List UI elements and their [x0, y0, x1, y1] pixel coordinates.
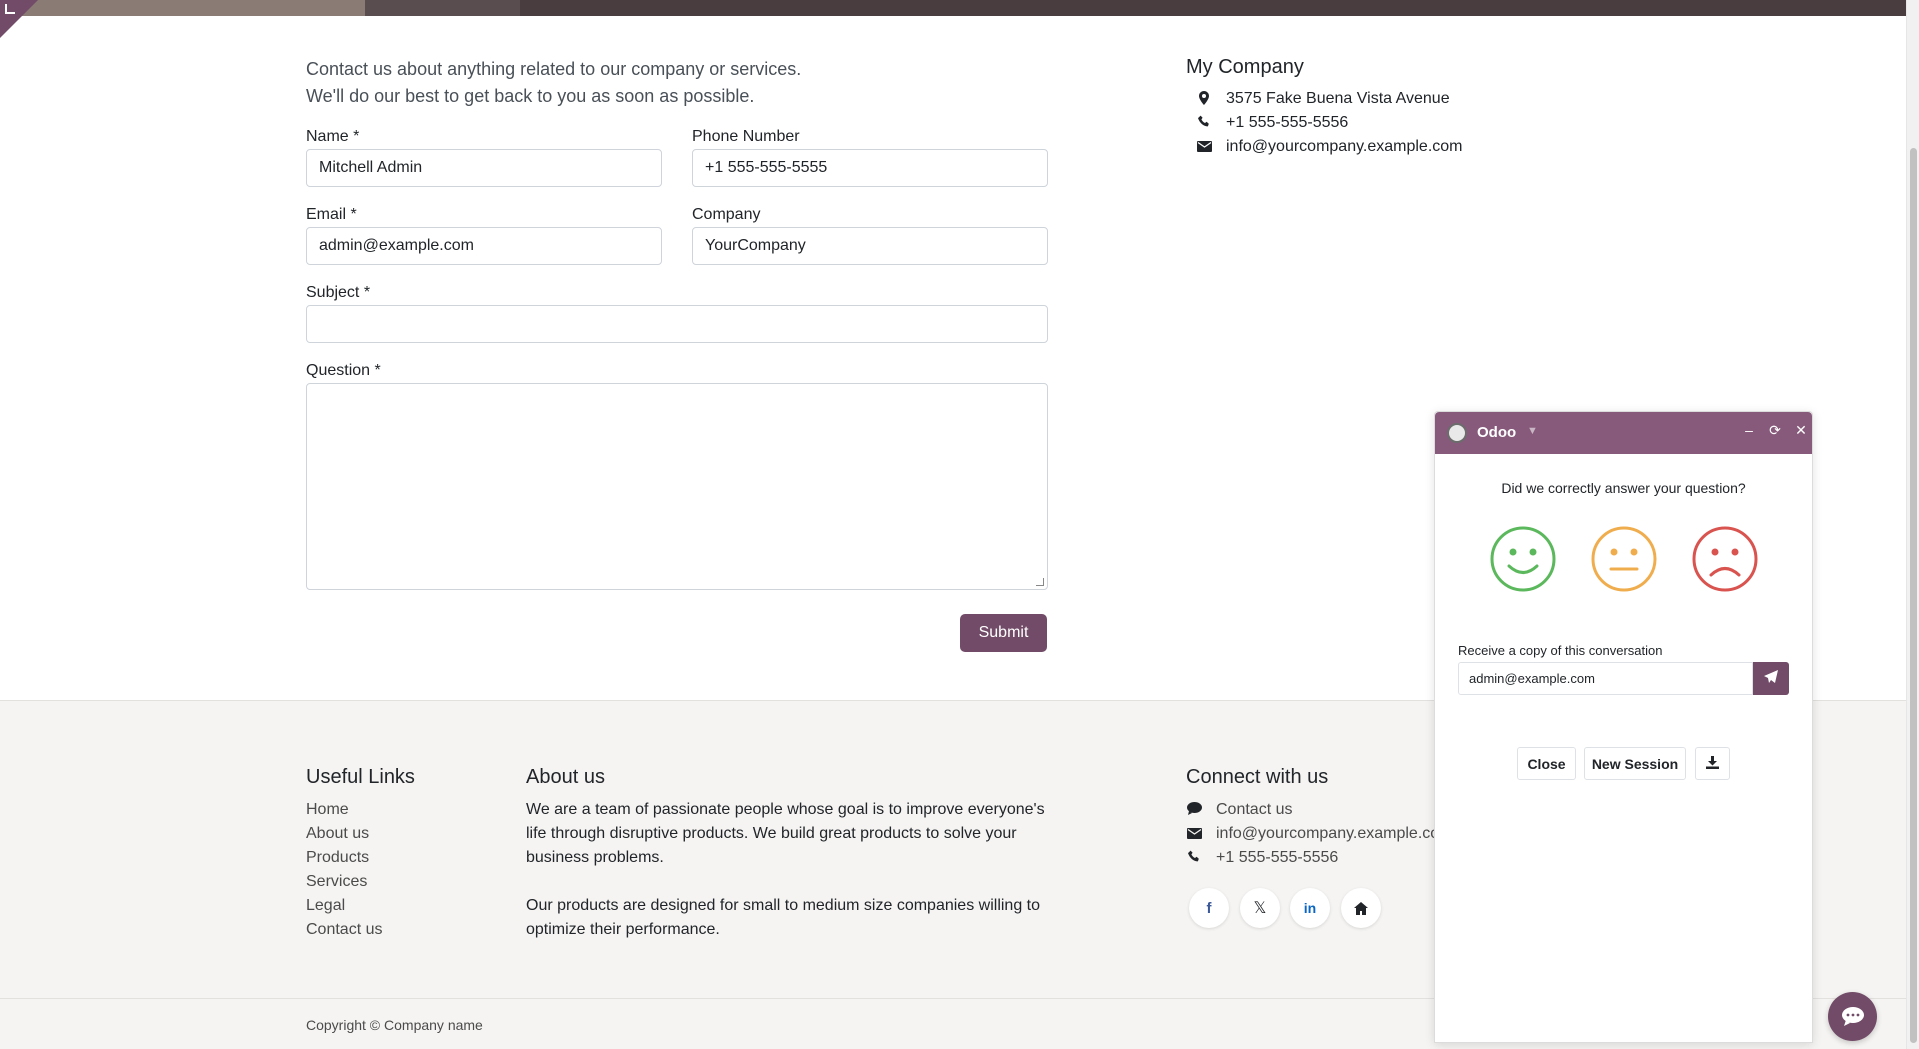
livechat-window: Odoo ▼ – ⟳ ✕ Did we correctly answer you…	[1434, 411, 1813, 1043]
envelope-icon	[1196, 139, 1212, 155]
chevron-down-icon[interactable]: ▼	[1527, 425, 1538, 437]
about-paragraph-1: We are a team of passionate people whose…	[526, 801, 1045, 866]
facebook-icon[interactable]: f	[1189, 888, 1229, 928]
page-scrollbar[interactable]	[1906, 0, 1919, 1049]
livechat-title: Odoo	[1477, 424, 1517, 441]
about-title: About us	[526, 766, 605, 788]
company-input[interactable]	[692, 227, 1048, 265]
company-email: info@yourcompany.example.com	[1196, 138, 1463, 156]
phone-input[interactable]	[692, 149, 1048, 187]
phone-icon	[1186, 850, 1202, 866]
email-label: Email *	[306, 206, 357, 223]
connect-phone[interactable]: +1 555-555-5556	[1186, 849, 1338, 867]
subject-label: Subject *	[306, 284, 371, 301]
operator-avatar	[1447, 423, 1467, 443]
new-session-button[interactable]: New Session	[1584, 747, 1686, 780]
about-paragraph-2: Our products are designed for small to m…	[526, 897, 1041, 938]
intro-line-2: We'll do our best to get back to you as …	[306, 86, 755, 106]
chat-bubble-icon	[1841, 1007, 1864, 1026]
footer-link-home[interactable]: Home	[306, 801, 349, 819]
send-copy-button[interactable]	[1753, 662, 1789, 695]
close-icon[interactable]: ✕	[1793, 422, 1809, 439]
footer-link-about[interactable]: About us	[306, 825, 369, 843]
connect-phone-text[interactable]: +1 555-555-5556	[1216, 849, 1338, 867]
connect-title: Connect with us	[1186, 766, 1329, 788]
connect-contact-text[interactable]: Contact us	[1216, 801, 1292, 819]
connect-email-text[interactable]: info@yourcompany.example.com	[1216, 825, 1453, 843]
minimize-icon[interactable]: –	[1741, 422, 1757, 438]
question-label: Question *	[306, 362, 381, 379]
sad-face-icon[interactable]	[1692, 526, 1758, 592]
copyright-text: Copyright © Company name	[306, 1017, 483, 1033]
subject-input[interactable]	[306, 305, 1048, 343]
copy-conversation-label: Receive a copy of this conversation	[1458, 643, 1663, 658]
comment-icon	[1186, 802, 1202, 818]
corner-arrow-icon	[5, 4, 15, 14]
download-icon	[1706, 755, 1719, 769]
phone-icon	[1196, 115, 1212, 131]
scrollbar-thumb[interactable]	[1910, 148, 1917, 1043]
linkedin-icon[interactable]: in	[1290, 888, 1330, 928]
phone-label: Phone Number	[692, 128, 800, 145]
close-session-button[interactable]: Close	[1517, 747, 1576, 780]
intro-line-1: Contact us about anything related to our…	[306, 59, 802, 79]
email-input[interactable]	[306, 227, 662, 265]
company-email-text: info@yourcompany.example.com	[1226, 138, 1463, 155]
paper-plane-icon	[1764, 670, 1778, 683]
company-phone: +1 555-555-5556	[1196, 114, 1348, 132]
connect-contact[interactable]: Contact us	[1186, 801, 1292, 819]
top-banner-image	[0, 0, 1906, 16]
download-button[interactable]	[1695, 747, 1730, 780]
map-marker-icon	[1196, 90, 1212, 108]
question-textarea[interactable]	[306, 383, 1048, 590]
name-input[interactable]	[306, 149, 662, 187]
company-address-text: 3575 Fake Buena Vista Avenue	[1226, 90, 1450, 107]
company-title: My Company	[1186, 56, 1304, 78]
neutral-face-icon[interactable]	[1591, 526, 1657, 592]
useful-links-title: Useful Links	[306, 766, 415, 788]
x-twitter-icon[interactable]: 𝕏	[1240, 888, 1280, 928]
contact-intro: Contact us about anything related to our…	[306, 56, 801, 110]
footer-link-contact[interactable]: Contact us	[306, 921, 382, 939]
company-address: 3575 Fake Buena Vista Avenue	[1196, 90, 1450, 108]
refresh-icon[interactable]: ⟳	[1767, 422, 1783, 439]
footer-link-legal[interactable]: Legal	[306, 897, 345, 915]
home-icon[interactable]	[1341, 888, 1381, 928]
name-label: Name *	[306, 128, 360, 145]
happy-face-icon[interactable]	[1490, 526, 1556, 592]
company-phone-text: +1 555-555-5556	[1226, 114, 1349, 131]
connect-email[interactable]: info@yourcompany.example.com	[1186, 825, 1453, 843]
company-label: Company	[692, 206, 761, 223]
footer-link-products[interactable]: Products	[306, 849, 369, 867]
envelope-icon	[1186, 826, 1202, 842]
livechat-button[interactable]	[1828, 992, 1877, 1041]
resize-grip-icon[interactable]	[1036, 578, 1044, 586]
livechat-header[interactable]: Odoo ▼ – ⟳ ✕	[1435, 412, 1812, 454]
footer-link-services[interactable]: Services	[306, 873, 367, 891]
rating-question: Did we correctly answer your question?	[1501, 480, 1746, 496]
submit-button[interactable]: Submit	[960, 614, 1047, 652]
copy-email-input[interactable]	[1458, 662, 1753, 695]
